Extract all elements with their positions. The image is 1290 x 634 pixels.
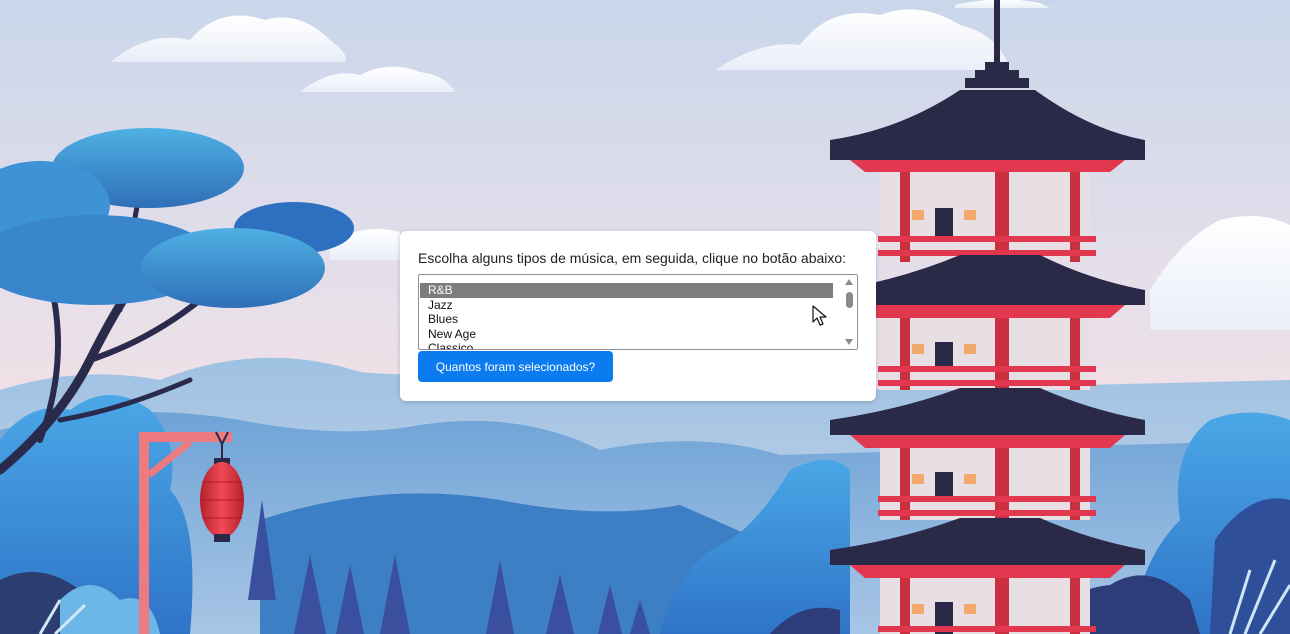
option-classico[interactable]: Classico [420, 341, 833, 349]
listbox-scrollbar[interactable] [842, 276, 856, 348]
option-blues[interactable]: Blues [420, 312, 833, 327]
option-jazz[interactable]: Jazz [420, 298, 833, 313]
scrollbar-thumb[interactable] [846, 292, 853, 308]
count-selected-button[interactable]: Quantos foram selecionados? [418, 351, 613, 382]
scroll-up-arrow-icon[interactable] [845, 279, 853, 285]
option-rnb[interactable]: R&B [420, 283, 833, 298]
music-multiselect[interactable]: R&B Jazz Blues New Age Classico [418, 274, 858, 350]
music-form-card: Escolha alguns tipos de música, em segui… [400, 231, 876, 401]
form-prompt: Escolha alguns tipos de música, em segui… [418, 250, 847, 266]
option-list: R&B Jazz Blues New Age Classico [420, 283, 833, 349]
scroll-down-arrow-icon[interactable] [845, 339, 853, 345]
option-new-age[interactable]: New Age [420, 327, 833, 342]
pointer-cursor-icon [812, 305, 827, 326]
